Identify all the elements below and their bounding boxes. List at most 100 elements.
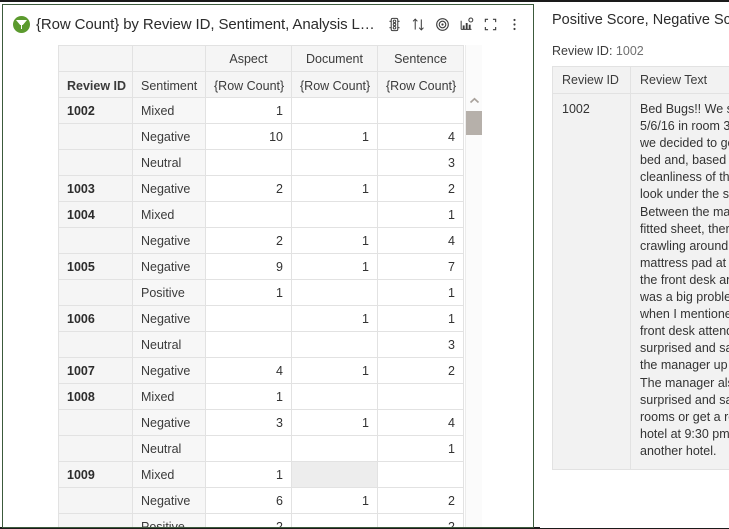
cell-aspect-count[interactable]: 1 xyxy=(206,384,292,410)
cell-review-id[interactable]: 1005 xyxy=(59,254,133,280)
column-header-sentiment[interactable]: Sentiment xyxy=(133,72,206,98)
cell-review-id[interactable]: 1009 xyxy=(59,462,133,488)
cell-sentence-count[interactable]: 7 xyxy=(378,254,464,280)
cell-review-id[interactable] xyxy=(59,436,133,462)
cell-aspect-count[interactable] xyxy=(206,150,292,176)
more-options-icon[interactable] xyxy=(503,13,525,35)
cell-sentiment[interactable]: Positive xyxy=(133,280,206,306)
cell-sentiment[interactable]: Negative xyxy=(133,124,206,150)
cell-sentiment[interactable]: Neutral xyxy=(133,332,206,358)
table-row[interactable]: 1005Negative917 xyxy=(59,254,464,280)
cell-sentiment[interactable]: Negative xyxy=(133,228,206,254)
cell-review-id[interactable] xyxy=(59,488,133,514)
cell-sentiment[interactable]: Mixed xyxy=(133,462,206,488)
table-row[interactable]: Negative1014 xyxy=(59,124,464,150)
cell-sentiment[interactable]: Neutral xyxy=(133,150,206,176)
detail-column-header-review-id[interactable]: Review ID xyxy=(553,67,631,94)
cell-sentiment[interactable]: Mixed xyxy=(133,98,206,124)
table-row[interactable]: 1004Mixed1 xyxy=(59,202,464,228)
detail-table-container[interactable]: Review ID Review Text 1002Bed Bugs!! We … xyxy=(552,66,729,528)
cell-sentence-count[interactable] xyxy=(378,462,464,488)
cell-document-count[interactable] xyxy=(292,98,378,124)
cell-aspect-count[interactable] xyxy=(206,332,292,358)
cell-document-count[interactable]: 1 xyxy=(292,228,378,254)
sort-icon[interactable] xyxy=(407,13,429,35)
cell-sentence-count[interactable]: 3 xyxy=(378,332,464,358)
cell-aspect-count[interactable]: 1 xyxy=(206,98,292,124)
table-row[interactable]: Negative612 xyxy=(59,488,464,514)
cell-review-id[interactable]: 1002 xyxy=(59,98,133,124)
chevron-up-icon[interactable] xyxy=(466,93,482,109)
group-header-aspect[interactable]: Aspect xyxy=(206,46,292,72)
table-row[interactable]: 1003Negative212 xyxy=(59,176,464,202)
table-row[interactable]: Positive22 xyxy=(59,514,464,529)
cell-document-count[interactable]: 1 xyxy=(292,254,378,280)
cell-document-count[interactable]: 1 xyxy=(292,306,378,332)
table-row[interactable]: 1002Bed Bugs!! We stayed here on 5/6/16 … xyxy=(553,94,729,470)
cell-sentence-count[interactable]: 2 xyxy=(378,488,464,514)
cell-review-id[interactable]: 1003 xyxy=(59,176,133,202)
table-row[interactable]: Positive11 xyxy=(59,280,464,306)
cell-sentence-count[interactable]: 2 xyxy=(378,176,464,202)
cell-aspect-count[interactable]: 9 xyxy=(206,254,292,280)
cell-aspect-count[interactable]: 6 xyxy=(206,488,292,514)
cell-aspect-count[interactable]: 1 xyxy=(206,462,292,488)
pivot-table-container[interactable]: Aspect Document Sentence Review ID Senti… xyxy=(58,45,483,528)
cell-aspect-count[interactable] xyxy=(206,436,292,462)
cell-aspect-count[interactable] xyxy=(206,306,292,332)
conditional-formatting-icon[interactable] xyxy=(383,13,405,35)
cell-review-id[interactable]: 1008 xyxy=(59,384,133,410)
cell-sentence-count[interactable]: 3 xyxy=(378,150,464,176)
cell-sentence-count[interactable]: 1 xyxy=(378,436,464,462)
cell-review-id[interactable] xyxy=(59,124,133,150)
cell-document-count[interactable] xyxy=(292,514,378,529)
cell-sentiment[interactable]: Negative xyxy=(133,254,206,280)
cell-aspect-count[interactable]: 10 xyxy=(206,124,292,150)
analytics-icon[interactable] xyxy=(455,13,477,35)
cell-document-count[interactable] xyxy=(292,280,378,306)
cell-sentiment[interactable]: Neutral xyxy=(133,436,206,462)
cell-detail-review-id[interactable]: 1002 xyxy=(553,94,631,470)
cell-document-count[interactable]: 1 xyxy=(292,488,378,514)
cell-review-id[interactable] xyxy=(59,150,133,176)
cell-sentence-count[interactable] xyxy=(378,384,464,410)
filter-funnel-icon[interactable] xyxy=(13,16,30,33)
column-header-sentence-row-count[interactable]: {Row Count} xyxy=(378,72,464,98)
cell-sentiment[interactable]: Negative xyxy=(133,176,206,202)
cell-sentence-count[interactable]: 4 xyxy=(378,124,464,150)
cell-sentiment[interactable]: Positive xyxy=(133,514,206,529)
group-header-document[interactable]: Document xyxy=(292,46,378,72)
cell-sentiment[interactable]: Negative xyxy=(133,488,206,514)
fullscreen-icon[interactable] xyxy=(479,13,501,35)
cell-sentence-count[interactable]: 1 xyxy=(378,306,464,332)
table-row[interactable]: Neutral 1 xyxy=(59,436,464,462)
cell-review-id[interactable] xyxy=(59,332,133,358)
cell-aspect-count[interactable]: 2 xyxy=(206,176,292,202)
group-header-sentence[interactable]: Sentence xyxy=(378,46,464,72)
detail-column-header-review-text[interactable]: Review Text xyxy=(631,67,729,94)
cell-document-count[interactable] xyxy=(292,150,378,176)
cell-aspect-count[interactable]: 2 xyxy=(206,228,292,254)
cell-sentence-count[interactable]: 1 xyxy=(378,280,464,306)
table-row[interactable]: 1008Mixed1 xyxy=(59,384,464,410)
cell-sentence-count[interactable]: 2 xyxy=(378,358,464,384)
cell-document-count[interactable] xyxy=(292,436,378,462)
cell-document-count[interactable]: 1 xyxy=(292,358,378,384)
table-row[interactable]: Negative314 xyxy=(59,410,464,436)
cell-sentiment[interactable]: Negative xyxy=(133,410,206,436)
table-row[interactable]: 1009Mixed1 xyxy=(59,462,464,488)
table-row[interactable]: 1002Mixed1 xyxy=(59,98,464,124)
cell-review-id[interactable]: 1007 xyxy=(59,358,133,384)
cell-aspect-count[interactable]: 4 xyxy=(206,358,292,384)
cell-aspect-count[interactable]: 2 xyxy=(206,514,292,529)
cell-sentiment[interactable]: Negative xyxy=(133,358,206,384)
cell-document-count[interactable]: 1 xyxy=(292,124,378,150)
cell-document-count[interactable] xyxy=(292,332,378,358)
scrollbar-thumb[interactable] xyxy=(466,111,482,135)
target-icon[interactable] xyxy=(431,13,453,35)
cell-sentence-count[interactable]: 4 xyxy=(378,410,464,436)
cell-sentence-count[interactable]: 4 xyxy=(378,228,464,254)
cell-review-id[interactable] xyxy=(59,514,133,529)
cell-sentence-count[interactable]: 2 xyxy=(378,514,464,529)
cell-aspect-count[interactable]: 3 xyxy=(206,410,292,436)
